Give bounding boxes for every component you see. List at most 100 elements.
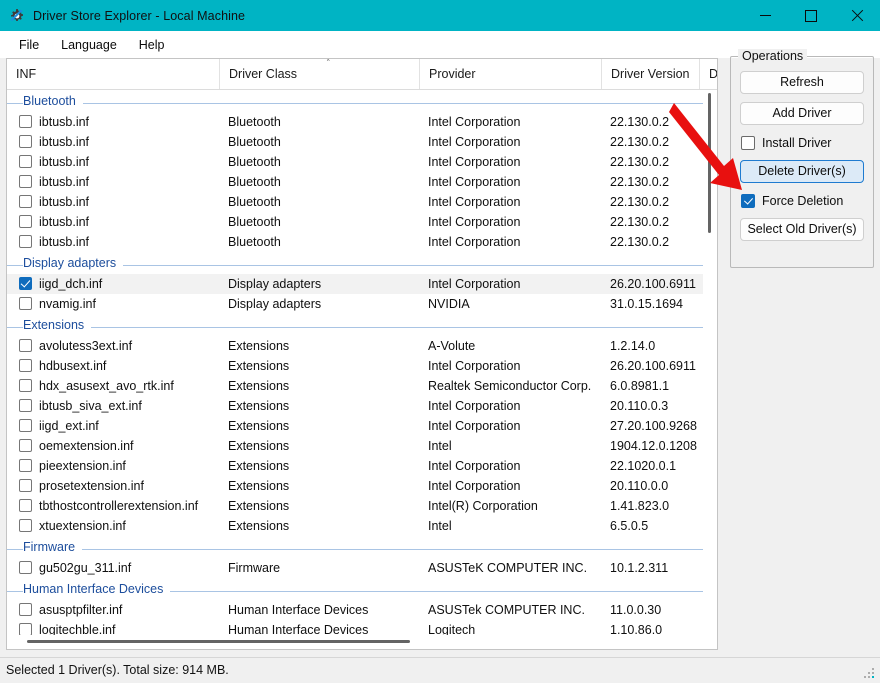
install-driver-checkbox[interactable] — [741, 136, 755, 150]
menu-item-file[interactable]: File — [8, 34, 50, 56]
maximize-icon — [805, 10, 817, 22]
cell-driver-version: 22.1020.0.1 — [601, 459, 699, 473]
cell-provider: Intel — [419, 439, 601, 453]
cell-provider: Intel Corporation — [419, 195, 601, 209]
menu-item-language[interactable]: Language — [50, 34, 128, 56]
cell-driver-version: 22.130.0.2 — [601, 195, 699, 209]
group-header-label: Extensions — [23, 318, 91, 332]
table-row[interactable]: hdx_asusext_avo_rtk.infExtensionsRealtek… — [7, 376, 717, 396]
cell-driver-version: 20.110.0.0 — [601, 479, 699, 493]
cell-provider: Intel Corporation — [419, 277, 601, 291]
sort-ascending-icon: ˄ — [326, 60, 331, 69]
group-header[interactable]: Display adapters — [7, 252, 717, 274]
column-header-d[interactable]: D — [699, 59, 718, 89]
maximize-button[interactable] — [788, 0, 834, 31]
close-icon — [851, 10, 863, 22]
install-driver-checkbox-row[interactable]: Install Driver — [741, 133, 873, 153]
cell-driver-version: 22.130.0.2 — [601, 115, 699, 129]
horizontal-scrollbar-thumb[interactable] — [27, 640, 410, 643]
cell-driver-version: 22.130.0.2 — [601, 135, 699, 149]
cell-provider: Intel(R) Corporation — [419, 499, 601, 513]
table-row[interactable]: xtuextension.infExtensionsIntel6.5.0.5 — [7, 516, 717, 536]
table-row[interactable]: avolutess3ext.infExtensionsA-Volute1.2.1… — [7, 336, 717, 356]
cell-inf: ibtusb.inf — [30, 115, 228, 129]
table-row[interactable]: ibtusb.infBluetoothIntel Corporation22.1… — [7, 232, 717, 252]
resize-grip-icon[interactable] — [864, 668, 877, 681]
table-row[interactable]: iigd_dch.infDisplay adaptersIntel Corpor… — [7, 274, 717, 294]
menu-item-help[interactable]: Help — [128, 34, 176, 56]
refresh-button[interactable]: Refresh — [740, 71, 864, 94]
cell-provider: Intel Corporation — [419, 459, 601, 473]
column-header-inf[interactable]: INF — [7, 59, 219, 89]
cell-inf: asusptpfilter.inf — [30, 603, 228, 617]
vertical-scrollbar-thumb[interactable] — [708, 93, 711, 233]
cell-provider: Intel Corporation — [419, 215, 601, 229]
cell-driver-version: 31.0.15.1694 — [601, 297, 699, 311]
table-row[interactable]: ibtusb.infBluetoothIntel Corporation22.1… — [7, 112, 717, 132]
cell-inf: pieextension.inf — [30, 459, 228, 473]
group-header[interactable]: Firmware — [7, 536, 717, 558]
cell-inf: oemextension.inf — [30, 439, 228, 453]
add-driver-button[interactable]: Add Driver — [740, 102, 864, 125]
table-row[interactable]: ibtusb.infBluetoothIntel Corporation22.1… — [7, 192, 717, 212]
force-deletion-checkbox[interactable] — [741, 194, 755, 208]
minimize-icon — [760, 15, 771, 16]
table-row[interactable]: hdbusext.infExtensionsIntel Corporation2… — [7, 356, 717, 376]
table-row[interactable]: gu502gu_311.infFirmwareASUSTeK COMPUTER … — [7, 558, 717, 578]
cell-inf: gu502gu_311.inf — [30, 561, 228, 575]
table-row[interactable]: prosetextension.infExtensionsIntel Corpo… — [7, 476, 717, 496]
table-row[interactable]: ibtusb.infBluetoothIntel Corporation22.1… — [7, 172, 717, 192]
cell-driver-class: Extensions — [219, 459, 424, 473]
driver-list[interactable]: INF Driver Class ˄ Provider Driver Versi… — [6, 58, 718, 650]
cell-driver-version: 1.2.14.0 — [601, 339, 699, 353]
force-deletion-checkbox-row[interactable]: Force Deletion — [741, 191, 873, 211]
cell-driver-class: Extensions — [219, 479, 424, 493]
vertical-scrollbar[interactable] — [703, 90, 717, 635]
table-row[interactable]: ibtusb.infBluetoothIntel Corporation22.1… — [7, 132, 717, 152]
table-row[interactable]: asusptpfilter.infHuman Interface Devices… — [7, 600, 717, 620]
operations-panel: Operations Refresh Add Driver Install Dr… — [730, 56, 874, 268]
table-row[interactable]: nvamig.infDisplay adaptersNVIDIA31.0.15.… — [7, 294, 717, 314]
delete-drivers-button[interactable]: Delete Driver(s) — [740, 160, 864, 183]
column-header-driver-version[interactable]: Driver Version — [601, 59, 699, 89]
group-header-line — [7, 327, 705, 328]
cell-inf: avolutess3ext.inf — [30, 339, 228, 353]
cell-inf: ibtusb.inf — [30, 235, 228, 249]
cell-driver-version: 26.20.100.6911 — [601, 359, 699, 373]
cell-inf: ibtusb.inf — [30, 175, 228, 189]
cell-provider: Intel Corporation — [419, 235, 601, 249]
cell-driver-version: 20.110.0.3 — [601, 399, 699, 413]
cell-driver-class: Bluetooth — [219, 135, 424, 149]
cell-driver-version: 26.20.100.6911 — [601, 277, 699, 291]
group-header[interactable]: Bluetooth — [7, 90, 717, 112]
group-header[interactable]: Human Interface Devices — [7, 578, 717, 600]
table-row[interactable]: ibtusb_siva_ext.infExtensionsIntel Corpo… — [7, 396, 717, 416]
column-header-driver-class[interactable]: Driver Class ˄ — [219, 59, 419, 89]
cell-inf: ibtusb.inf — [30, 195, 228, 209]
cell-driver-class: Extensions — [219, 379, 424, 393]
cell-inf: ibtusb_siva_ext.inf — [30, 399, 228, 413]
cell-driver-class: Extensions — [219, 339, 424, 353]
minimize-button[interactable] — [742, 0, 788, 31]
gear-icon — [9, 8, 25, 24]
table-row[interactable]: ibtusb.infBluetoothIntel Corporation22.1… — [7, 212, 717, 232]
table-row[interactable]: iigd_ext.infExtensionsIntel Corporation2… — [7, 416, 717, 436]
list-header-row: INF Driver Class ˄ Provider Driver Versi… — [7, 59, 717, 90]
select-old-drivers-button[interactable]: Select Old Driver(s) — [740, 218, 864, 241]
table-row[interactable]: ibtusb.infBluetoothIntel Corporation22.1… — [7, 152, 717, 172]
horizontal-scrollbar[interactable] — [7, 635, 703, 649]
table-row[interactable]: tbthostcontrollerextension.infExtensions… — [7, 496, 717, 516]
list-body[interactable]: Bluetoothibtusb.infBluetoothIntel Corpor… — [7, 90, 717, 649]
cell-driver-class: Bluetooth — [219, 155, 424, 169]
group-header[interactable]: Extensions — [7, 314, 717, 336]
cell-driver-class: Bluetooth — [219, 195, 424, 209]
cell-driver-class: Display adapters — [219, 277, 424, 291]
table-row[interactable]: oemextension.infExtensionsIntel1904.12.0… — [7, 436, 717, 456]
close-button[interactable] — [834, 0, 880, 31]
table-row[interactable]: pieextension.infExtensionsIntel Corporat… — [7, 456, 717, 476]
cell-inf: nvamig.inf — [30, 297, 228, 311]
cell-provider: ASUSTek COMPUTER INC. — [419, 603, 601, 617]
title-bar[interactable]: Driver Store Explorer - Local Machine — [0, 0, 880, 31]
column-header-provider[interactable]: Provider — [419, 59, 601, 89]
cell-provider: Intel — [419, 519, 601, 533]
